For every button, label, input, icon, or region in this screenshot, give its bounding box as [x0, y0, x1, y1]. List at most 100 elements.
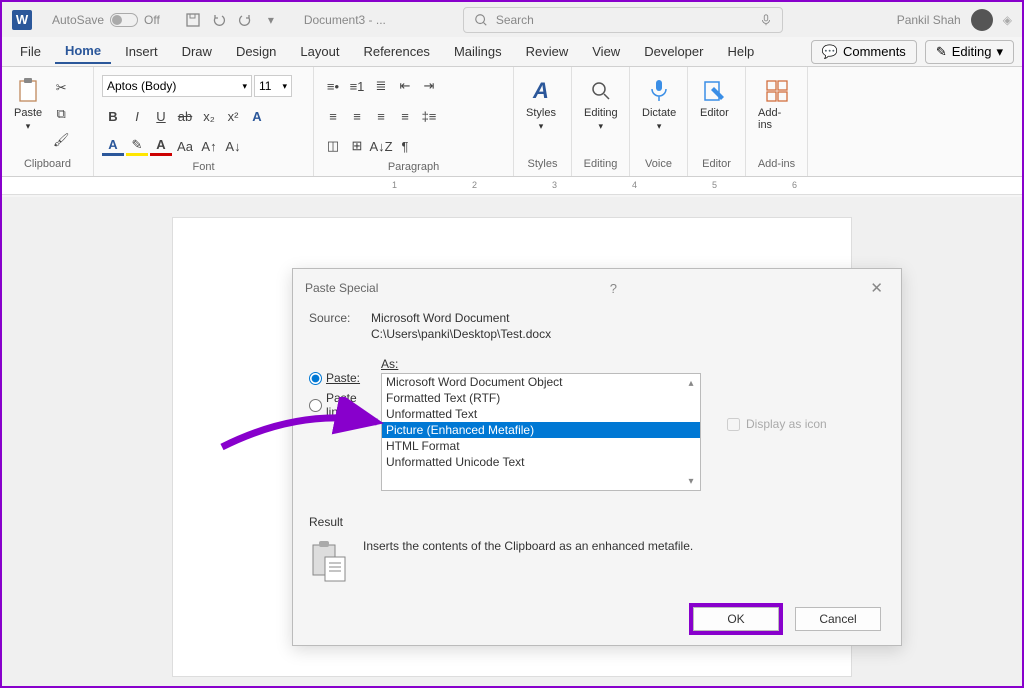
search-input[interactable]: Search	[463, 7, 783, 33]
chevron-down-icon: ▾	[996, 44, 1003, 60]
tab-draw[interactable]: Draw	[172, 40, 222, 63]
ok-button[interactable]: OK	[693, 607, 779, 631]
font-size-combo[interactable]: 11▾	[254, 75, 292, 97]
toggle-switch-icon[interactable]	[110, 13, 138, 27]
editing-mode-button[interactable]: ✎Editing▾	[925, 40, 1014, 64]
editor-label: Editor	[700, 107, 729, 119]
change-case-button[interactable]: Aa	[174, 135, 196, 157]
qat-chevron-down-icon[interactable]: ▾	[262, 11, 280, 29]
increase-indent-button[interactable]: ⇥	[418, 75, 440, 97]
justify-button[interactable]: ≡	[394, 105, 416, 127]
bold-button[interactable]: B	[102, 105, 124, 127]
paste-label: Paste	[14, 107, 42, 119]
tab-design[interactable]: Design	[226, 40, 286, 63]
editor-icon	[700, 77, 728, 105]
addins-button[interactable]: Add-ins	[754, 75, 799, 133]
redo-icon[interactable]	[236, 11, 254, 29]
shrink-font-button[interactable]: A↓	[222, 135, 244, 157]
clipboard-result-icon	[309, 539, 349, 579]
as-listbox[interactable]: Microsoft Word Document Object Formatted…	[381, 373, 701, 491]
sort-button[interactable]: A↓Z	[370, 135, 392, 157]
dialog-title: Paste Special	[305, 281, 378, 295]
scroll-down-icon[interactable]: ▾	[684, 474, 698, 488]
styles-icon: A	[527, 77, 555, 105]
tab-references[interactable]: References	[353, 40, 439, 63]
ruler[interactable]: 1 2 3 4 5 6	[2, 177, 1022, 195]
shading-button[interactable]: ◫	[322, 135, 344, 157]
editing-label: Editing	[952, 44, 992, 59]
editor-button[interactable]: Editor	[696, 75, 733, 121]
styles-button[interactable]: AStyles▾	[522, 75, 560, 134]
scroll-up-icon[interactable]: ▴	[684, 376, 698, 390]
save-icon[interactable]	[184, 11, 202, 29]
subscript-button[interactable]: x₂	[198, 105, 220, 127]
autosave-toggle[interactable]: AutoSave Off	[52, 13, 160, 27]
format-painter-icon[interactable]: 🖌	[50, 129, 72, 151]
line-spacing-button[interactable]: ‡≡	[418, 105, 440, 127]
addins-icon	[763, 77, 791, 105]
grow-font-button[interactable]: A↑	[198, 135, 220, 157]
decrease-indent-button[interactable]: ⇤	[394, 75, 416, 97]
borders-button[interactable]: ⊞	[346, 135, 368, 157]
tab-view[interactable]: View	[582, 40, 630, 63]
paste-radio[interactable]: Paste:	[309, 371, 369, 385]
strikethrough-button[interactable]: ab	[174, 105, 196, 127]
list-item[interactable]: Formatted Text (RTF)	[382, 390, 700, 406]
align-right-button[interactable]: ≡	[370, 105, 392, 127]
font-color-a-icon[interactable]: A	[102, 136, 124, 156]
list-item[interactable]: HTML Format	[382, 438, 700, 454]
user-area: Pankil Shah ◈	[897, 9, 1012, 31]
align-center-button[interactable]: ≡	[346, 105, 368, 127]
ruler-mark: 4	[632, 180, 637, 190]
bullets-button[interactable]: ≡•	[322, 75, 344, 97]
avatar[interactable]	[971, 9, 993, 31]
undo-icon[interactable]	[210, 11, 228, 29]
tab-insert[interactable]: Insert	[115, 40, 168, 63]
close-icon[interactable]: ✕	[864, 279, 889, 297]
tab-layout[interactable]: Layout	[290, 40, 349, 63]
list-item[interactable]: Unformatted Text	[382, 406, 700, 422]
font-name-combo[interactable]: Aptos (Body)▾	[102, 75, 252, 97]
tab-mailings[interactable]: Mailings	[444, 40, 512, 63]
tab-review[interactable]: Review	[516, 40, 579, 63]
highlight-button[interactable]: ✎	[126, 136, 148, 156]
tab-help[interactable]: Help	[717, 40, 764, 63]
superscript-button[interactable]: x²	[222, 105, 244, 127]
tab-file[interactable]: File	[10, 40, 51, 63]
search-placeholder: Search	[496, 13, 534, 27]
source-line2: C:\Users\panki\Desktop\Test.docx	[371, 327, 551, 341]
display-as-icon-checkbox[interactable]: Display as icon	[727, 357, 827, 491]
document-title: Document3 - ...	[304, 13, 386, 27]
find-icon	[587, 77, 615, 105]
dictate-button[interactable]: Dictate▾	[638, 75, 680, 134]
ruler-mark: 5	[712, 180, 717, 190]
numbering-button[interactable]: ≡1	[346, 75, 368, 97]
show-marks-button[interactable]: ¶	[394, 135, 416, 157]
comments-label: Comments	[843, 44, 906, 59]
titlebar: W AutoSave Off ▾ Document3 - ... Search …	[2, 2, 1022, 37]
editing-btn-label: Editing	[584, 107, 618, 119]
mic-icon[interactable]	[760, 13, 772, 27]
cancel-button[interactable]: Cancel	[795, 607, 881, 631]
copy-icon[interactable]: ⧉	[50, 103, 72, 125]
dictate-label: Dictate	[642, 107, 676, 119]
tab-developer[interactable]: Developer	[634, 40, 713, 63]
comments-button[interactable]: 💬Comments	[811, 40, 917, 64]
list-item[interactable]: Microsoft Word Document Object	[382, 374, 700, 390]
font-color-button[interactable]: A	[150, 136, 172, 156]
editing-button[interactable]: Editing▾	[580, 75, 622, 134]
paste-link-radio[interactable]: Paste link:	[309, 391, 369, 419]
list-item-selected[interactable]: Picture (Enhanced Metafile)	[382, 422, 700, 438]
italic-button[interactable]: I	[126, 105, 148, 127]
list-item[interactable]: Unformatted Unicode Text	[382, 454, 700, 470]
paste-button[interactable]: Paste ▾	[10, 75, 46, 134]
paragraph-group-label: Paragraph	[322, 161, 505, 175]
underline-button[interactable]: U	[150, 105, 172, 127]
diamond-icon[interactable]: ◈	[1003, 13, 1012, 27]
text-effects-button[interactable]: A	[246, 105, 268, 127]
multilevel-button[interactable]: ≣	[370, 75, 392, 97]
tab-home[interactable]: Home	[55, 39, 111, 64]
align-left-button[interactable]: ≡	[322, 105, 344, 127]
help-icon[interactable]: ?	[610, 281, 617, 296]
cut-icon[interactable]: ✂	[50, 77, 72, 99]
